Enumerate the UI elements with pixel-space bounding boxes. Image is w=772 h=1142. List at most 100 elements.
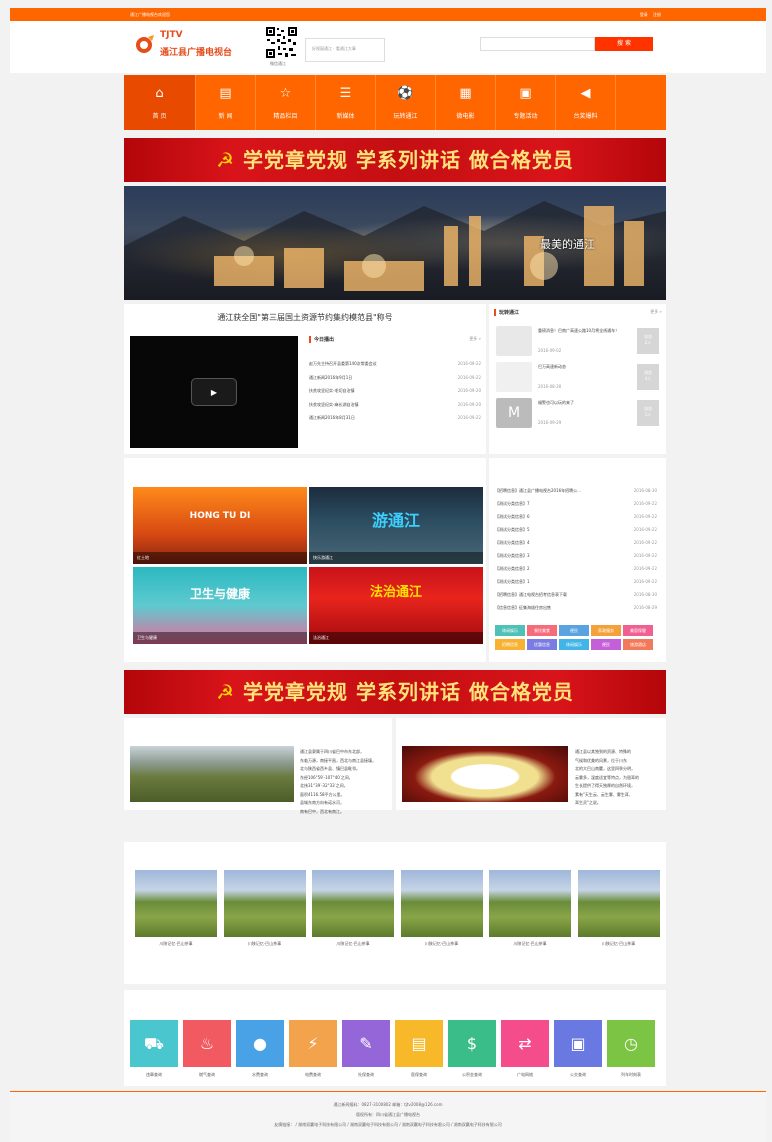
service-label[interactable]: 公积金查询	[448, 1072, 496, 1078]
service-label[interactable]: 违章查询	[130, 1072, 178, 1078]
bus-service-button[interactable]: ▣	[554, 1020, 602, 1067]
notice-item[interactable]: 【信息信息】征集海拔住房出售 2016-08-29	[495, 601, 657, 614]
service-label[interactable]: 燃气查询	[183, 1072, 231, 1078]
gallery-caption[interactable]: 川陕记忆·巴山茶事	[578, 941, 660, 947]
gallery-caption[interactable]: 川陕记忆·巴山茶事	[401, 941, 483, 947]
nav-item-0[interactable]: ⌂ 首 页	[124, 75, 196, 130]
category-tag[interactable]: 家政服务	[591, 625, 621, 636]
notice-item[interactable]: 【测试分类信息】7 2016-09-22	[495, 497, 657, 510]
nav-item-4[interactable]: ⚽ 玩转通江	[376, 75, 436, 130]
nav-item-1[interactable]: ▤ 新 闻	[196, 75, 256, 130]
food-photo[interactable]	[402, 746, 568, 802]
gallery-photo[interactable]	[489, 870, 571, 937]
gallery-photo[interactable]	[312, 870, 394, 937]
fun-item-title[interactable]: 重磅消息！巴南广高速公路10月将全线通车！	[538, 328, 632, 334]
car-service-button[interactable]: ⛟	[130, 1020, 178, 1067]
notice-title[interactable]: 【招聘信息】通江县广播电视台2016年招聘公...	[495, 484, 581, 497]
search-input[interactable]	[480, 37, 595, 51]
fun-thumbnail[interactable]: M	[496, 398, 532, 428]
notice-title[interactable]: 【测试分类信息】1	[495, 575, 530, 588]
party-banner-2[interactable]: ☭ 学党章党规 学系列讲话 做合格党员	[124, 670, 666, 714]
category-tag[interactable]: 休闲娱乐	[559, 639, 589, 650]
list-item[interactable]: 赵万先主持召开县委第140次常委会议 2016-09-22	[309, 357, 481, 371]
nav-item-5[interactable]: ▦ 微电影	[436, 75, 496, 130]
edit-service-button[interactable]: ✎	[342, 1020, 390, 1067]
program-tile[interactable]: 法治通江 法治通江	[309, 567, 483, 644]
service-label[interactable]: 医保查询	[395, 1072, 443, 1078]
gallery-photo[interactable]	[135, 870, 217, 937]
gallery-caption[interactable]: 川陕记忆·巴山茶事	[135, 941, 217, 947]
program-tile[interactable]: HONG TU DI 红土地	[133, 487, 307, 564]
program-tile[interactable]: 游通江 快乐游通江	[309, 487, 483, 564]
today-more-link[interactable]: 更多 »	[469, 336, 481, 343]
category-tag[interactable]: 招聘信息	[495, 639, 525, 650]
list-item[interactable]: 通江新闻2016年8月31日 2016-09-22	[309, 411, 481, 425]
notice-item[interactable]: 【招聘信息】通江县广播电视台2016年招聘公... 2016-08-30	[495, 484, 657, 497]
notice-item[interactable]: 【测试分类信息】4 2016-09-22	[495, 536, 657, 549]
gallery-photo[interactable]	[577, 870, 660, 937]
news-item-title[interactable]: 通江新闻2016年8月31日	[309, 411, 355, 425]
notice-title[interactable]: 【测试分类信息】2	[495, 562, 530, 575]
fun-more-link[interactable]: 更多 »	[650, 309, 662, 316]
notice-title[interactable]: 【信息信息】征集海拔住房出售	[495, 601, 551, 614]
id-service-button[interactable]: ▤	[395, 1020, 443, 1067]
category-tag[interactable]: 美容保健	[623, 625, 653, 636]
logo-icon[interactable]	[134, 33, 156, 55]
category-tag[interactable]: 旅游酒店	[623, 639, 653, 650]
list-item[interactable]: 扶贫攻坚纪实-毛切自治镇 2016-09-20	[309, 384, 481, 398]
service-label[interactable]: 公交查询	[554, 1072, 602, 1078]
gallery-caption[interactable]: 川陕记忆·巴山茶事	[312, 941, 394, 947]
program-tile[interactable]: 卫生与健康 卫生与健康	[133, 567, 307, 644]
category-tag[interactable]: 休闲娱乐	[495, 625, 525, 636]
category-tag[interactable]: 餐饮美食	[527, 625, 557, 636]
gallery-photo[interactable]	[400, 870, 483, 937]
headline[interactable]: 通江获全国"第三届国土资源节约集约模范县"称号	[124, 312, 486, 323]
fun-thumbnail[interactable]	[496, 326, 532, 356]
party-banner[interactable]: ☭ 学党章党规 学系列讲话 做合格党员	[124, 138, 666, 182]
service-label[interactable]: 电费查询	[289, 1072, 337, 1078]
notice-item[interactable]: 【测试分类信息】1 2016-09-22	[495, 575, 657, 588]
play-button[interactable]: ▶	[191, 378, 237, 406]
nav-item-3[interactable]: ☰ 新媒体	[316, 75, 376, 130]
nav-item-2[interactable]: ☆ 精品栏目	[256, 75, 316, 130]
nav-item-7[interactable]: ◀ 台奖爆料	[556, 75, 616, 130]
category-tag[interactable]: 便民	[591, 639, 621, 650]
list-item[interactable]: 通江新闻2016年9月1日 2016-09-22	[309, 371, 481, 385]
footer-links[interactable]: 友情链接： / 湖南双赢电子科技有限公司 / 湖南双赢电子科技有限公司 / 湖南…	[10, 1122, 766, 1128]
mountain-photo[interactable]	[130, 746, 294, 802]
nav-item-6[interactable]: ▣ 专题活动	[496, 75, 556, 130]
notice-item[interactable]: 【测试分类信息】6 2016-09-22	[495, 510, 657, 523]
service-label[interactable]: 列车时刻表	[607, 1072, 655, 1078]
register-link[interactable]: 注册	[653, 12, 661, 17]
notice-title[interactable]: 【测试分类信息】7	[495, 497, 530, 510]
service-label[interactable]: 水费查询	[236, 1072, 284, 1078]
clock-service-button[interactable]: ◷	[607, 1020, 655, 1067]
notice-item[interactable]: 【测试分类信息】3 2016-09-22	[495, 549, 657, 562]
notice-title[interactable]: 【测试分类信息】5	[495, 523, 530, 536]
news-item-title[interactable]: 赵万先主持召开县委第140次常委会议	[309, 357, 377, 371]
plug-service-button[interactable]: ⚡	[289, 1020, 337, 1067]
fun-item-title[interactable]: 福警也可以玩的来了	[538, 400, 632, 406]
water-service-button[interactable]: ●	[236, 1020, 284, 1067]
gallery-photo[interactable]	[223, 870, 306, 937]
money-service-button[interactable]: $	[448, 1020, 496, 1067]
service-label[interactable]: 社保查询	[342, 1072, 390, 1078]
notice-title[interactable]: 【测试分类信息】6	[495, 510, 530, 523]
notice-title[interactable]: 【测试分类信息】4	[495, 536, 530, 549]
notice-title[interactable]: 【测试分类信息】3	[495, 549, 530, 562]
flame-service-button[interactable]: ♨	[183, 1020, 231, 1067]
notice-title[interactable]: 【招聘信息】通江电视台招考信息表下载	[495, 588, 567, 601]
category-tag[interactable]: 便民	[559, 625, 589, 636]
gallery-caption[interactable]: 川陕记忆·巴山茶事	[489, 941, 571, 947]
service-label[interactable]: 广电网络	[501, 1072, 549, 1078]
shuffle-service-button[interactable]: ⇄	[501, 1020, 549, 1067]
news-item-title[interactable]: 扶贫攻坚纪实-毛切自治镇	[309, 384, 354, 398]
list-item[interactable]: 扶贫攻坚纪实-麻长湖自治镇 2016-09-20	[309, 398, 481, 412]
notice-item[interactable]: 【招聘信息】通江电视台招考信息表下载 2016-08-30	[495, 588, 657, 601]
notice-item[interactable]: 【测试分类信息】5 2016-09-22	[495, 523, 657, 536]
login-link[interactable]: 登录	[640, 12, 648, 17]
news-item-title[interactable]: 通江新闻2016年9月1日	[309, 371, 352, 385]
gallery-caption[interactable]: 川陕记忆·巴山茶事	[224, 941, 306, 947]
news-item-title[interactable]: 扶贫攻坚纪实-麻长湖自治镇	[309, 398, 358, 412]
fun-item-title[interactable]: 巴万高速新动态	[538, 364, 632, 370]
